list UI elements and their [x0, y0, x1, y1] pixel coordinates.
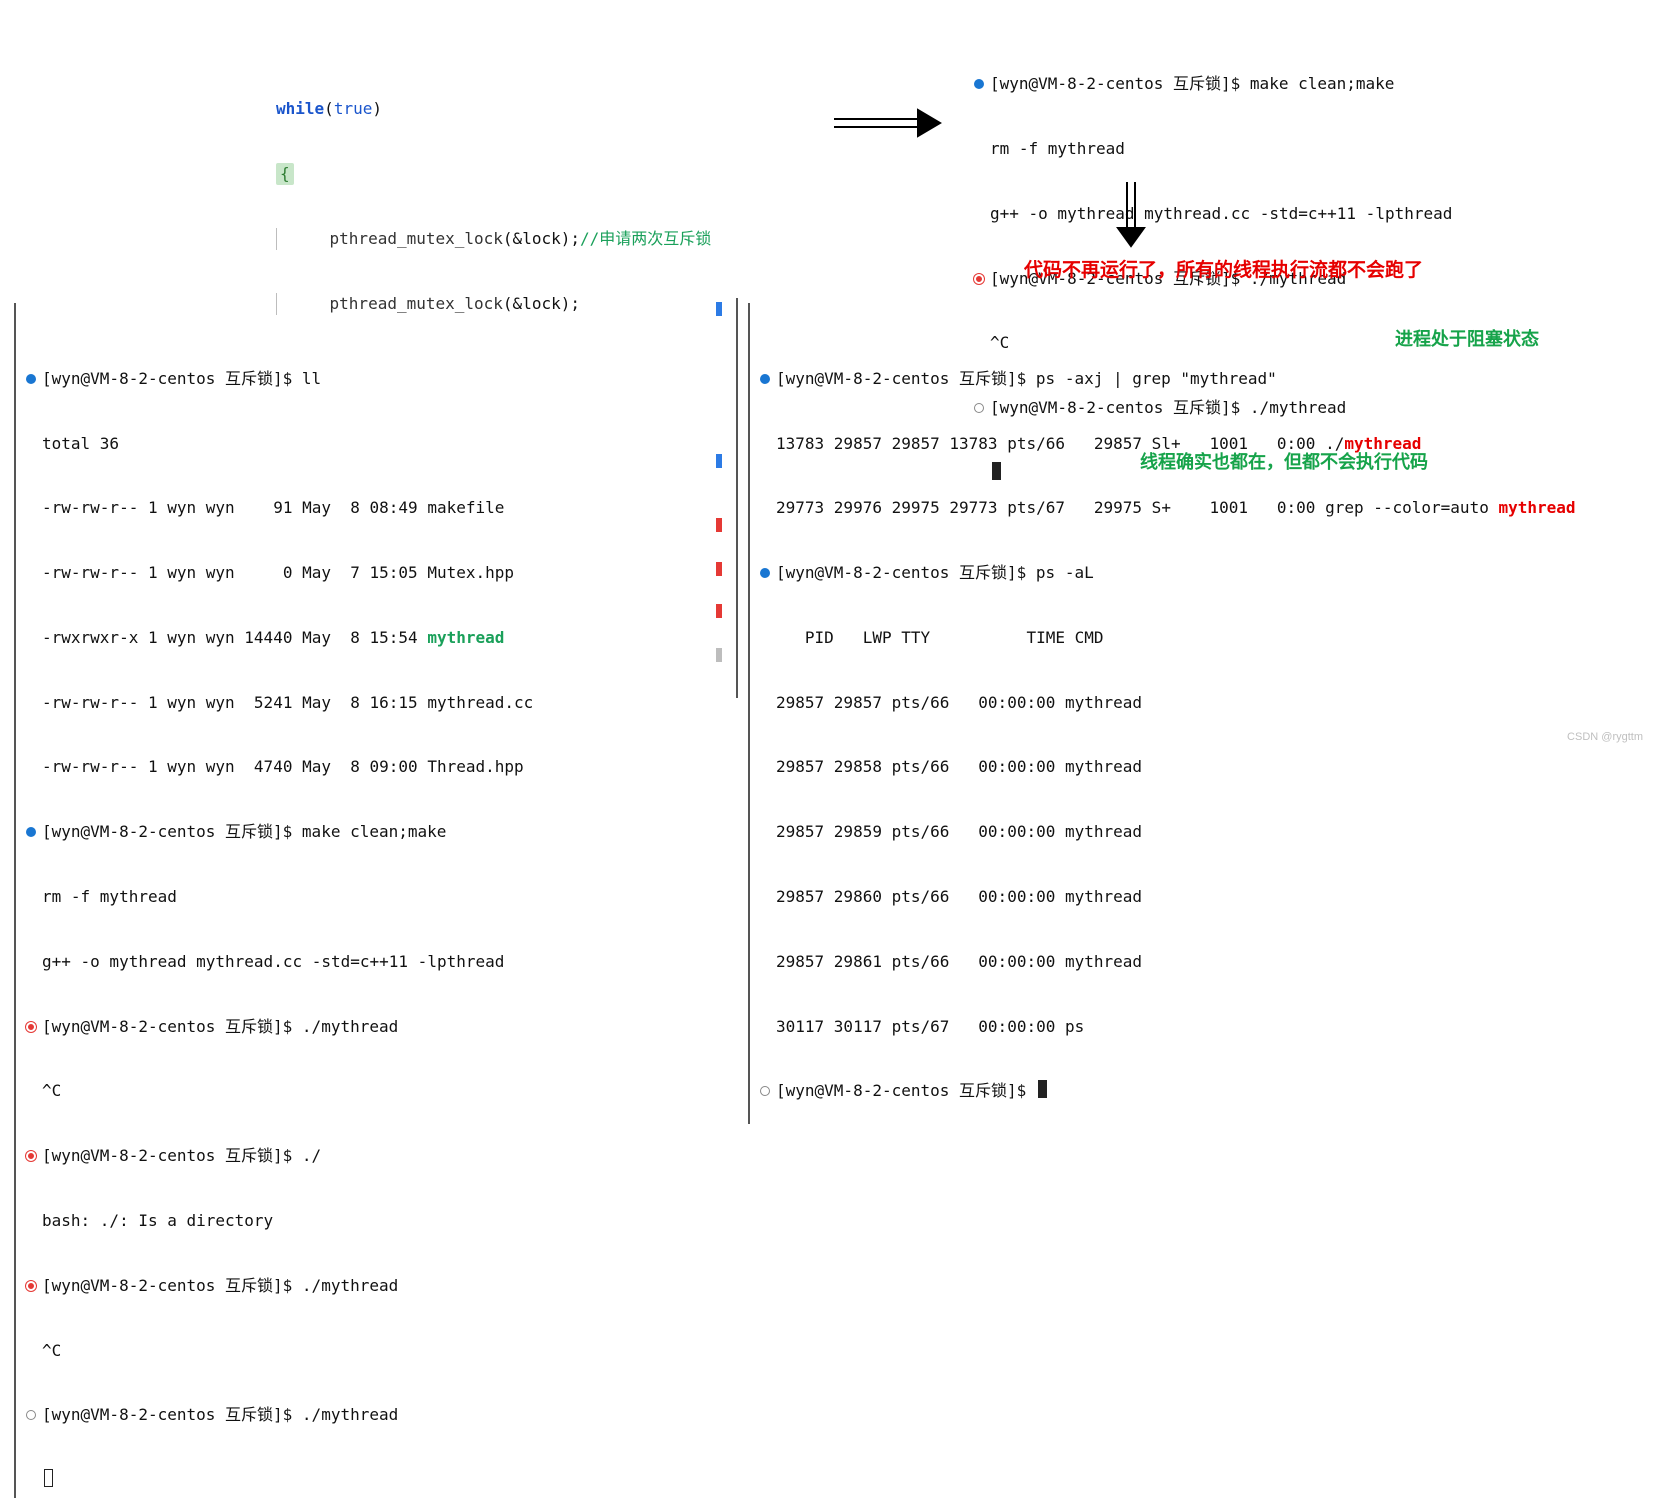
term-line: -rw-rw-r-- 1 wyn wyn 0 May 7 15:05 Mutex… — [42, 562, 514, 584]
term-line: -rw-rw-r-- 1 wyn wyn 4740 May 8 09:00 Th… — [42, 756, 524, 778]
bullet-off-icon — [760, 1086, 770, 1096]
match-highlight: mythread — [1498, 497, 1575, 519]
term-line: [wyn@VM-8-2-centos 互斥锁]$ ps -axj | grep … — [776, 368, 1277, 390]
arrow-down-icon — [1116, 180, 1146, 248]
term-line: [wyn@VM-8-2-centos 互斥锁]$ ps -aL — [776, 562, 1094, 584]
term-line: [wyn@VM-8-2-centos 互斥锁]$ ./ — [42, 1145, 321, 1167]
term-line: [wyn@VM-8-2-centos 互斥锁]$ make clean;make — [990, 73, 1394, 95]
term-line: [wyn@VM-8-2-centos 互斥锁]$ — [776, 1080, 1036, 1102]
term-line: -rw-rw-r-- 1 wyn wyn 91 May 8 08:49 make… — [42, 497, 504, 519]
bullet-red-icon — [26, 1022, 36, 1032]
term-line: 29857 29860 pts/66 00:00:00 mythread — [776, 886, 1142, 908]
cursor-outline-icon — [44, 1469, 53, 1487]
brace-open: { — [276, 163, 294, 185]
code-line-2: { — [276, 163, 711, 185]
executable-name: mythread — [427, 627, 504, 649]
keyword-while: while — [276, 98, 324, 120]
paren-open: ( — [324, 98, 334, 120]
bullet-blue-icon — [26, 827, 36, 837]
term-line: [wyn@VM-8-2-centos 互斥锁]$ ll — [42, 368, 321, 390]
code-line-1: while(true) — [276, 98, 711, 120]
terminal-gutter — [748, 303, 750, 1124]
fn-args-1: (&lock); — [503, 228, 580, 250]
watermark: CSDN @rygttm — [1567, 731, 1643, 743]
code-line-3: pthread_mutex_lock(&lock);//申请两次互斥锁 — [276, 228, 711, 250]
term-line: 29857 29858 pts/66 00:00:00 mythread — [776, 756, 1142, 778]
term-line: 29857 29861 pts/66 00:00:00 mythread — [776, 951, 1142, 973]
change-marks-left — [716, 298, 722, 698]
term-line: total 36 — [42, 433, 119, 455]
annotation-green-2: 线程确实也都在，但都不会执行代码 — [1140, 448, 1428, 474]
term-line: rm -f mythread — [42, 886, 177, 908]
term-line: g++ -o mythread mythread.cc -std=c++11 -… — [990, 203, 1452, 225]
term-line: [wyn@VM-8-2-centos 互斥锁]$ ./mythread — [42, 1404, 398, 1426]
term-line: ^C — [42, 1080, 61, 1102]
arrow-right-icon — [832, 108, 942, 138]
cursor-icon — [1038, 1080, 1047, 1098]
bullet-blue-icon — [760, 568, 770, 578]
term-line: [wyn@VM-8-2-centos 互斥锁]$ ./mythread — [42, 1275, 398, 1297]
term-line: bash: ./: Is a directory — [42, 1210, 273, 1232]
paren-close: ) — [372, 98, 382, 120]
keyword-true: true — [334, 98, 373, 120]
term-line: [wyn@VM-8-2-centos 互斥锁]$ ./mythread — [42, 1016, 398, 1038]
term-line: PID LWP TTY TIME CMD — [776, 627, 1104, 649]
bullet-red-icon — [974, 274, 984, 284]
term-line: 30117 30117 pts/67 00:00:00 ps — [776, 1016, 1084, 1038]
term-line: ^C — [42, 1340, 61, 1362]
bullet-red-icon — [26, 1281, 36, 1291]
terminal-bottom-right: [wyn@VM-8-2-centos 互斥锁]$ ps -axj | grep … — [762, 303, 1522, 1124]
indent-guide — [276, 228, 277, 250]
annotation-green-1: 进程处于阻塞状态 — [1395, 325, 1539, 351]
bullet-red-icon — [26, 1151, 36, 1161]
bullet-blue-icon — [760, 374, 770, 384]
fn-call-1: pthread_mutex_lock — [330, 228, 503, 250]
term-line: 29857 29857 pts/66 00:00:00 mythread — [776, 692, 1142, 714]
bullet-blue-icon — [26, 374, 36, 384]
term-line: -rw-rw-r-- 1 wyn wyn 5241 May 8 16:15 my… — [42, 692, 533, 714]
term-line: -rwxrwxr-x 1 wyn wyn 14440 May 8 15:54 — [42, 627, 427, 649]
comment: //申请两次互斥锁 — [580, 228, 711, 250]
code-block: while(true) { pthread_mutex_lock(&lock);… — [276, 55, 711, 337]
term-line: [wyn@VM-8-2-centos 互斥锁]$ make clean;make — [42, 821, 446, 843]
term-line: g++ -o mythread mythread.cc -std=c++11 -… — [42, 951, 504, 973]
terminal-gutter — [14, 303, 16, 1498]
vertical-divider — [736, 298, 738, 698]
annotation-red: 代码不再运行了，所有的线程执行流都不会跑了 — [1024, 255, 1423, 282]
bullet-blue-icon — [974, 79, 984, 89]
bullet-off-icon — [26, 1410, 36, 1420]
term-line: 29773 29976 29975 29773 pts/67 29975 S+ … — [776, 497, 1498, 519]
term-line: rm -f mythread — [990, 138, 1125, 160]
term-line: 29857 29859 pts/66 00:00:00 mythread — [776, 821, 1142, 843]
terminal-bottom-left: [wyn@VM-8-2-centos 互斥锁]$ ll total 36 -rw… — [28, 303, 668, 1498]
